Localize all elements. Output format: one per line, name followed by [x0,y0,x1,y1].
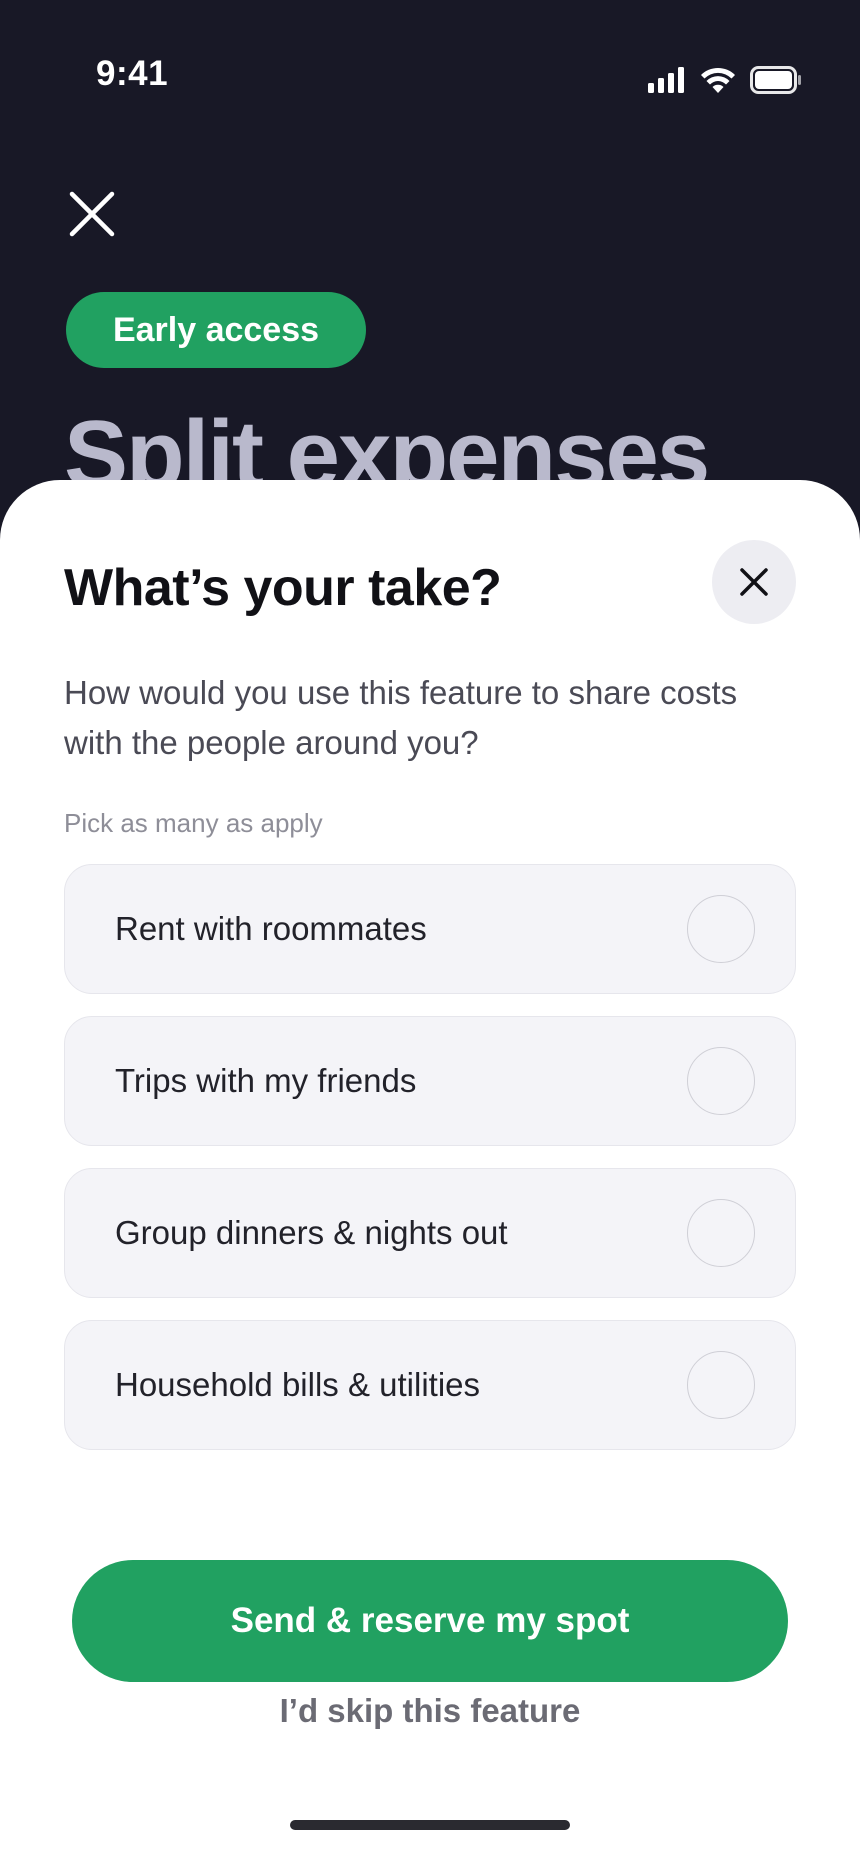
sheet-close-button[interactable] [712,540,796,624]
option-label: Group dinners & nights out [115,1214,508,1251]
status-time: 9:41 [96,54,169,93]
skip-feature-link[interactable]: I’d skip this feature [0,1692,860,1730]
option-list: Rent with roommates Trips with my friend… [64,864,796,1472]
feedback-sheet: What’s your take? How would you use this… [0,480,860,1864]
early-access-badge: Early access [66,292,366,368]
option-household-bills[interactable]: Household bills & utilities [64,1320,796,1450]
send-reserve-button[interactable]: Send & reserve my spot [72,1560,788,1682]
screen: 9:41 Early access Split expenses What’s … [0,0,860,1864]
option-label: Trips with my friends [115,1062,417,1099]
status-bar: 9:41 [0,0,860,150]
option-checkbox[interactable] [687,1351,755,1419]
option-checkbox[interactable] [687,1047,755,1115]
close-icon [740,568,768,596]
option-rent-with-roommates[interactable]: Rent with roommates [64,864,796,994]
battery-icon [750,66,801,94]
cellular-signal-icon [648,67,684,93]
option-group-dinners[interactable]: Group dinners & nights out [64,1168,796,1298]
option-label: Household bills & utilities [115,1366,481,1403]
sheet-title: What’s your take? [64,559,502,617]
home-indicator [290,1820,570,1830]
status-icons [648,66,802,94]
option-trips-with-friends[interactable]: Trips with my friends [64,1016,796,1146]
option-label: Rent with roommates [115,910,427,947]
sheet-hint: Pick as many as apply [64,808,323,838]
wifi-icon [701,67,735,93]
option-checkbox[interactable] [687,895,755,963]
option-checkbox[interactable] [687,1199,755,1267]
sheet-description: How would you use this feature to share … [64,674,738,761]
close-icon[interactable] [66,188,118,240]
